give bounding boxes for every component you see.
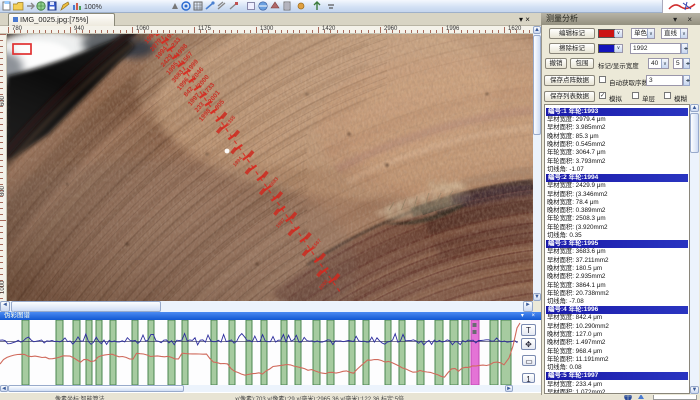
svg-text:100%: 100%: [84, 4, 102, 11]
